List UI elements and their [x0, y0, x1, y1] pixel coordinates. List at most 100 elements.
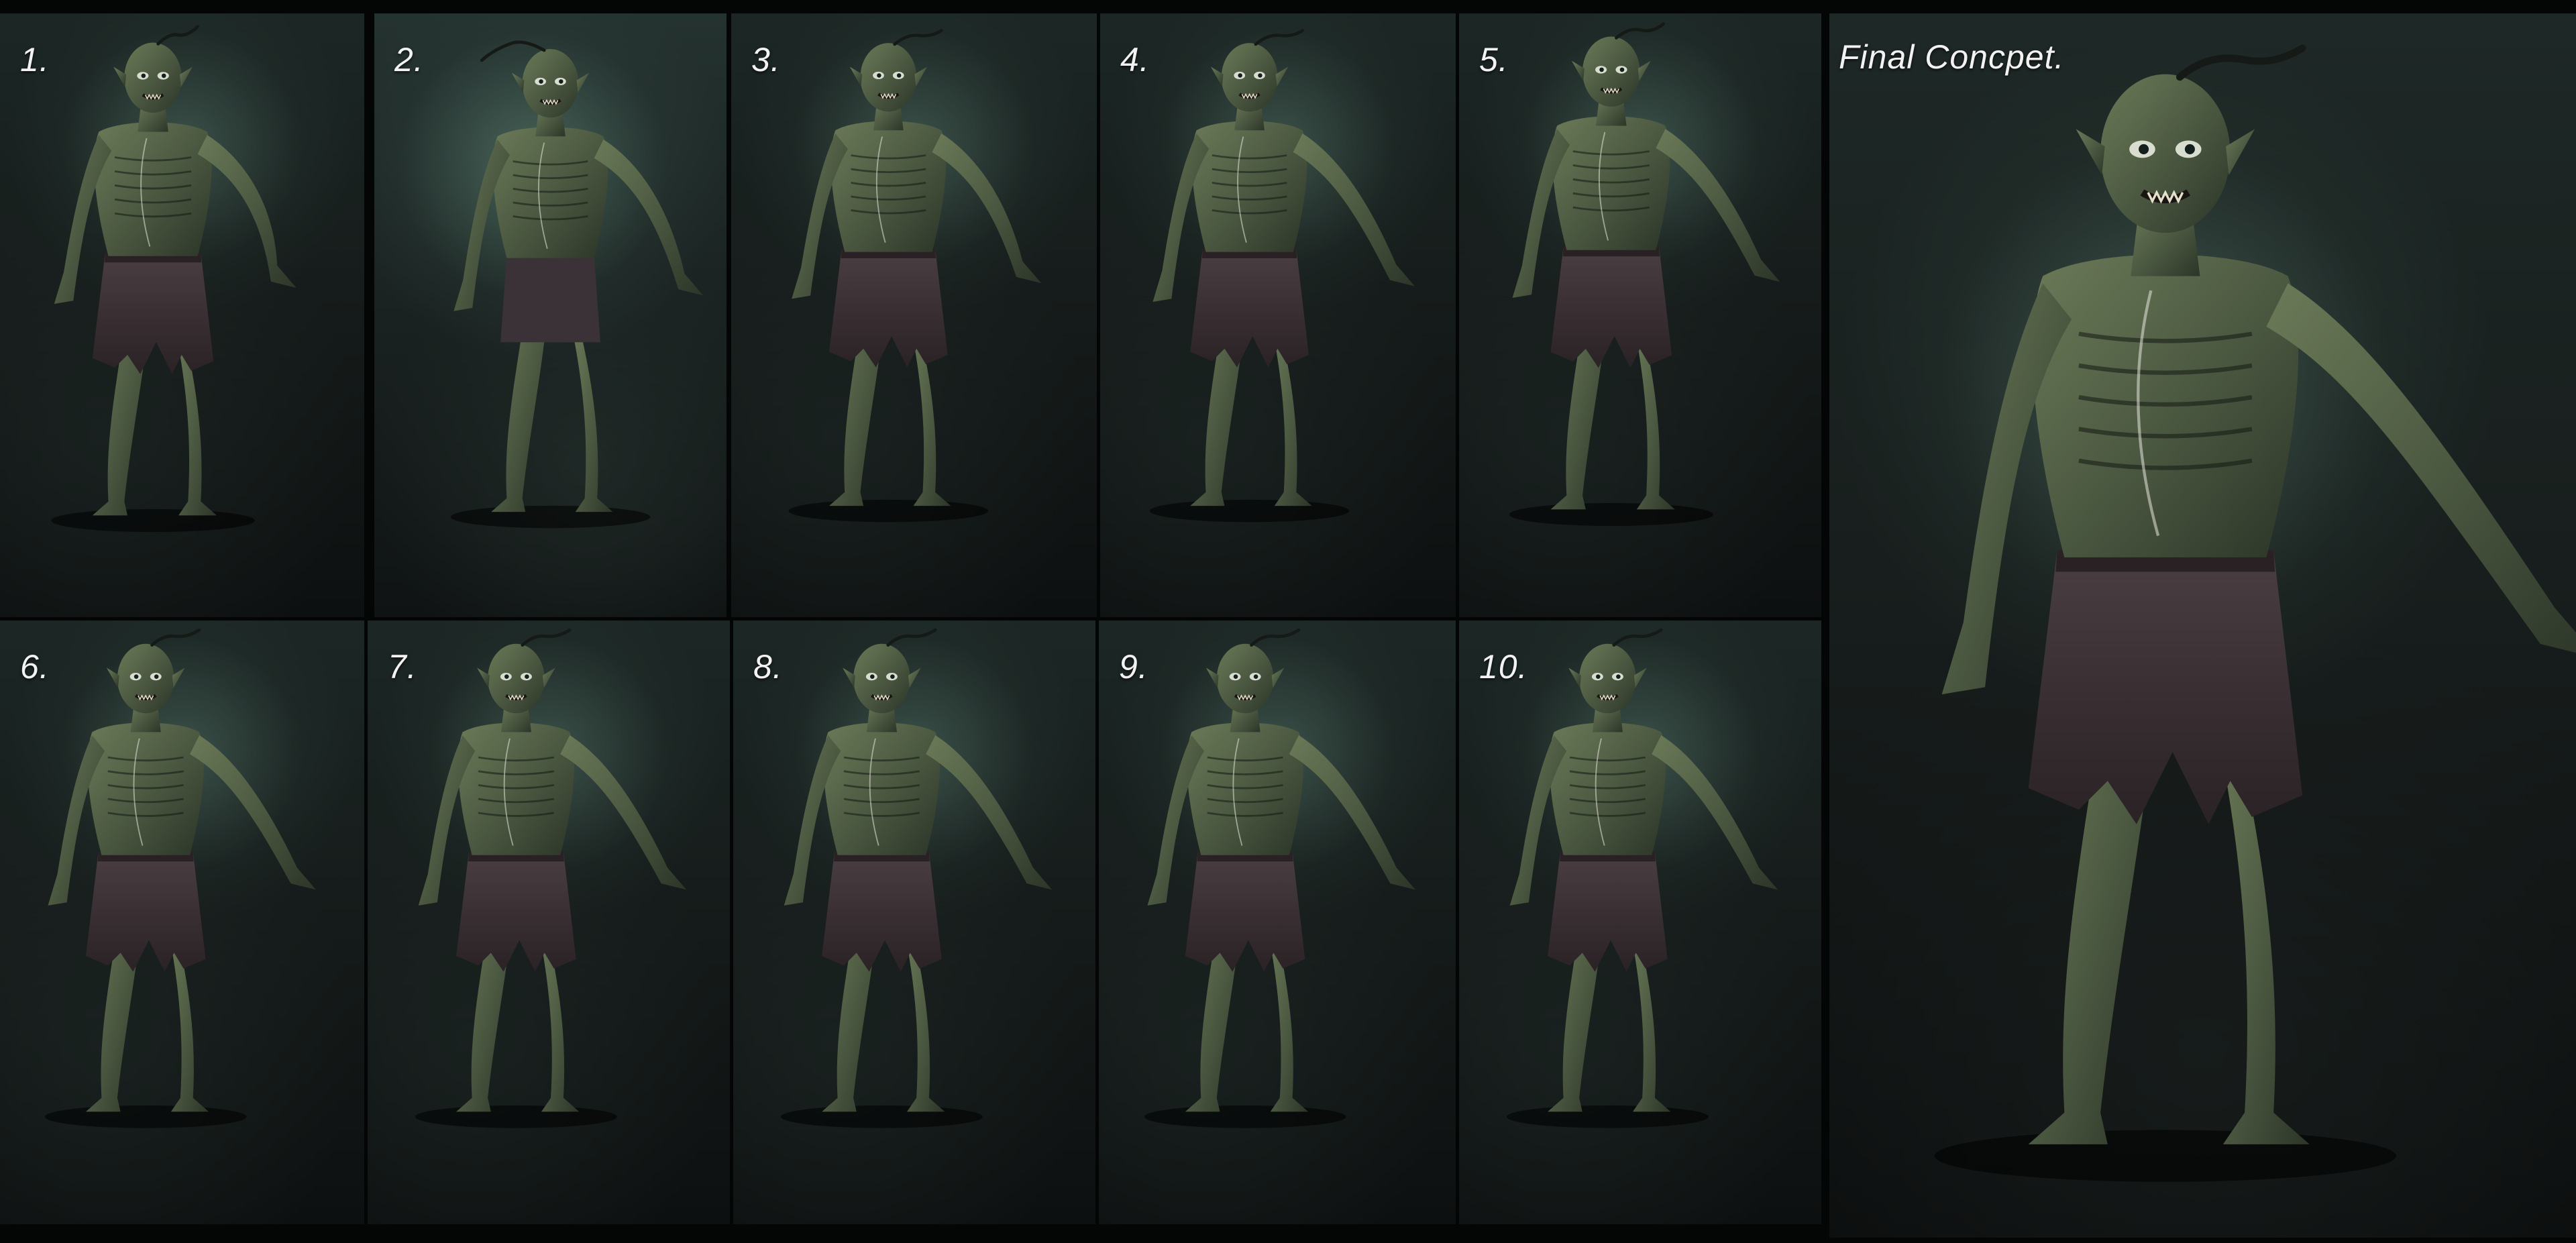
right-ear	[1275, 66, 1289, 87]
right-pupil	[896, 73, 902, 78]
left-pupil	[1599, 67, 1604, 72]
hair-strand	[1254, 29, 1304, 46]
left-ear	[477, 667, 490, 688]
concept-panel-1: 1.	[0, 13, 364, 617]
shorts	[500, 255, 600, 343]
left-ear	[1210, 66, 1224, 87]
right-arm	[1289, 735, 1415, 890]
ground-shadow	[781, 1105, 983, 1128]
concept-panel-8: 8.	[733, 620, 1095, 1224]
right-pupil	[1616, 674, 1621, 679]
ground-shadow	[1149, 499, 1350, 523]
hair-strand	[893, 29, 943, 46]
left-ear	[849, 66, 863, 87]
right-ear	[2226, 129, 2255, 176]
creature-body	[1934, 44, 2576, 1182]
left-ear	[113, 66, 127, 87]
right-arm	[932, 133, 1042, 284]
shorts	[1190, 249, 1309, 368]
panel-number-label: 5.	[1479, 41, 1509, 78]
right-ear	[542, 667, 555, 688]
left-pupil	[141, 73, 146, 78]
head	[124, 42, 182, 113]
hair-strand	[2176, 44, 2306, 81]
shorts	[92, 253, 214, 374]
left-pupil	[1596, 674, 1601, 679]
panel-number-label: 7.	[388, 648, 417, 686]
right-pupil	[2184, 144, 2195, 154]
ground-shadow	[44, 1105, 247, 1128]
head	[117, 643, 174, 714]
shorts	[829, 249, 948, 368]
left-pupil	[870, 674, 875, 679]
left-ear	[843, 667, 855, 688]
creature-figure-8	[781, 628, 1053, 1128]
panel-number-label: 8.	[753, 648, 783, 686]
left-pupil	[1238, 73, 1242, 78]
head	[860, 43, 917, 112]
panel-number-label: 9.	[1119, 648, 1148, 686]
creature-figure-4	[1149, 29, 1415, 523]
concept-panel-3: 3.	[731, 13, 1097, 617]
shorts	[822, 852, 942, 972]
head	[1216, 643, 1274, 714]
right-arm	[2266, 283, 2576, 653]
right-arm	[190, 735, 316, 890]
right-arm	[560, 735, 687, 890]
right-leg	[572, 329, 613, 512]
right-pupil	[1619, 67, 1625, 72]
left-ear	[2076, 129, 2105, 176]
left-ear	[106, 667, 119, 688]
right-pupil	[161, 73, 166, 78]
head	[2100, 74, 2231, 233]
left-ear	[511, 72, 525, 93]
left-pupil	[877, 73, 881, 78]
right-ear	[172, 667, 185, 688]
final-concept-panel: Final Concpet.	[1829, 13, 2576, 1238]
ground-shadow	[1144, 1105, 1346, 1128]
right-pupil	[890, 674, 895, 679]
right-arm	[1293, 133, 1415, 286]
right-pupil	[1253, 674, 1258, 679]
creature-body	[51, 25, 297, 533]
left-pupil	[2139, 144, 2149, 154]
creature-body	[788, 29, 1042, 523]
right-ear	[1633, 667, 1647, 688]
left-pupil	[133, 674, 139, 679]
right-pupil	[525, 674, 529, 679]
right-arm	[926, 735, 1053, 890]
creature-figure-1	[51, 25, 297, 533]
head	[1221, 43, 1278, 112]
creature-body	[44, 628, 316, 1128]
hair-strand	[156, 25, 199, 46]
panel-number-label: 6.	[20, 648, 50, 686]
creature-body	[1509, 22, 1780, 527]
right-arm	[197, 135, 297, 288]
head	[853, 643, 910, 714]
hair-strand	[1612, 628, 1663, 647]
creature-body	[1507, 628, 1778, 1128]
right-ear	[1271, 667, 1285, 688]
right-arm	[1652, 735, 1778, 890]
creature-figure-5	[1509, 22, 1780, 527]
creature-figure-final	[1934, 44, 2576, 1182]
creature-body	[1144, 628, 1415, 1128]
concept-panel-2: 2.	[374, 13, 727, 617]
left-ear	[1571, 60, 1585, 81]
hair-strand	[150, 628, 201, 647]
creature-body	[450, 40, 704, 529]
hair-strand	[886, 628, 937, 647]
hair-strand	[521, 628, 572, 647]
concept-panel-4: 4.	[1100, 13, 1456, 617]
hair-strand	[1250, 628, 1301, 647]
head	[488, 643, 545, 714]
right-ear	[179, 66, 193, 87]
creature-figure-3	[788, 29, 1042, 523]
right-ear	[914, 66, 928, 87]
head	[1579, 643, 1636, 714]
right-ear	[908, 667, 921, 688]
head	[1582, 36, 1640, 107]
concept-panel-5: 5.	[1459, 13, 1821, 617]
creature-body	[781, 628, 1053, 1128]
right-ear	[1638, 60, 1651, 81]
